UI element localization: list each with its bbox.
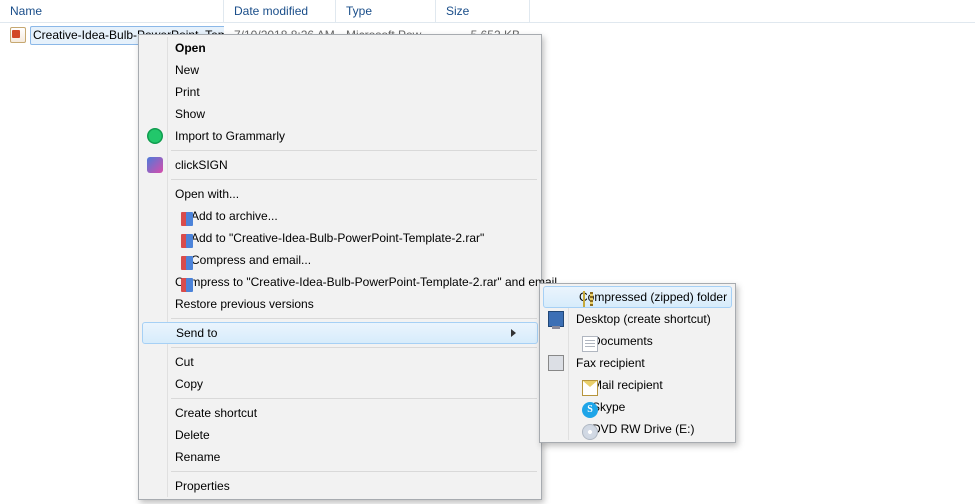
menu-separator [171, 318, 537, 319]
menu-import-grammarly-label: Import to Grammarly [175, 129, 517, 143]
column-name-label: Name [10, 4, 42, 18]
sendto-documents[interactable]: Documents [542, 330, 733, 352]
column-type[interactable]: Type [336, 0, 436, 22]
menu-new-label: New [175, 63, 517, 77]
menu-add-to-archive[interactable]: Add to archive... [141, 205, 539, 227]
skype-icon [582, 402, 598, 418]
menu-cut[interactable]: Cut [141, 351, 539, 373]
menu-compress-named-and-email-label: Compress to "Creative-Idea-Bulb-PowerPoi… [175, 275, 557, 289]
menu-create-shortcut[interactable]: Create shortcut [141, 402, 539, 424]
sendto-mail[interactable]: Mail recipient [542, 374, 733, 396]
menu-separator [171, 179, 537, 180]
menu-copy-label: Copy [175, 377, 517, 391]
menu-compress-and-email-label: Compress and email... [191, 253, 517, 267]
column-type-label: Type [346, 4, 372, 18]
menu-add-to-named-archive-label: Add to "Creative-Idea-Bulb-PowerPoint-Te… [191, 231, 517, 245]
menu-send-to[interactable]: Send to [142, 322, 538, 344]
sendto-skype[interactable]: Skype [542, 396, 733, 418]
column-date-label: Date modified [234, 4, 308, 18]
menu-open-with-label: Open with... [175, 187, 517, 201]
menu-show[interactable]: Show [141, 103, 539, 125]
menu-properties[interactable]: Properties [141, 475, 539, 497]
zip-folder-icon [583, 291, 585, 307]
menu-open[interactable]: Open [141, 37, 539, 59]
archive-icon [181, 233, 197, 249]
column-header-bar: Name Date modified Type Size [0, 0, 975, 23]
menu-separator [171, 471, 537, 472]
sendto-mail-label: Mail recipient [592, 378, 711, 392]
menu-separator [171, 150, 537, 151]
grammarly-icon [147, 128, 163, 144]
menu-compress-and-email[interactable]: Compress and email... [141, 249, 539, 271]
menu-restore-previous-label: Restore previous versions [175, 297, 517, 311]
column-date[interactable]: Date modified [224, 0, 336, 22]
column-size[interactable]: Size [436, 0, 530, 22]
documents-icon [582, 336, 598, 352]
menu-separator [171, 347, 537, 348]
menu-copy[interactable]: Copy [141, 373, 539, 395]
clicksign-icon [147, 157, 163, 173]
sendto-compressed-label: Compressed (zipped) folder [579, 290, 727, 304]
menu-clicksign-label: clickSIGN [175, 158, 517, 172]
menu-rename[interactable]: Rename [141, 446, 539, 468]
column-size-label: Size [446, 4, 469, 18]
dvd-drive-icon [582, 424, 598, 440]
fax-icon [548, 355, 564, 371]
menu-cut-label: Cut [175, 355, 517, 369]
sendto-dvd-label: DVD RW Drive (E:) [592, 422, 711, 436]
sendto-fax[interactable]: Fax recipient [542, 352, 733, 374]
menu-add-to-named-archive[interactable]: Add to "Creative-Idea-Bulb-PowerPoint-Te… [141, 227, 539, 249]
mail-icon [582, 380, 598, 396]
menu-open-label: Open [175, 41, 517, 55]
sendto-skype-label: Skype [592, 400, 711, 414]
menu-import-grammarly[interactable]: Import to Grammarly [141, 125, 539, 147]
archive-icon [181, 211, 197, 227]
menu-compress-named-and-email[interactable]: Compress to "Creative-Idea-Bulb-PowerPoi… [141, 271, 539, 293]
sendto-documents-label: Documents [592, 334, 711, 348]
menu-send-to-label: Send to [176, 326, 503, 340]
menu-new[interactable]: New [141, 59, 539, 81]
menu-print-label: Print [175, 85, 517, 99]
sendto-fax-label: Fax recipient [576, 356, 711, 370]
menu-delete[interactable]: Delete [141, 424, 539, 446]
menu-delete-label: Delete [175, 428, 517, 442]
submenu-arrow-icon [511, 329, 516, 337]
sendto-desktop-label: Desktop (create shortcut) [576, 312, 711, 326]
menu-clicksign[interactable]: clickSIGN [141, 154, 539, 176]
menu-print[interactable]: Print [141, 81, 539, 103]
menu-separator [171, 398, 537, 399]
archive-icon [181, 255, 197, 271]
menu-show-label: Show [175, 107, 517, 121]
context-menu: Open New Print Show Import to Grammarly … [138, 34, 542, 500]
menu-add-to-archive-label: Add to archive... [191, 209, 517, 223]
menu-restore-previous[interactable]: Restore previous versions [141, 293, 539, 315]
column-name[interactable]: Name [0, 0, 224, 22]
menu-properties-label: Properties [175, 479, 517, 493]
sendto-desktop[interactable]: Desktop (create shortcut) [542, 308, 733, 330]
desktop-icon [548, 311, 564, 327]
menu-create-shortcut-label: Create shortcut [175, 406, 517, 420]
menu-rename-label: Rename [175, 450, 517, 464]
sendto-dvd[interactable]: DVD RW Drive (E:) [542, 418, 733, 440]
send-to-submenu: Compressed (zipped) folder Desktop (crea… [539, 283, 736, 443]
sendto-compressed[interactable]: Compressed (zipped) folder [543, 286, 732, 308]
menu-open-with[interactable]: Open with... [141, 183, 539, 205]
powerpoint-file-icon [10, 27, 26, 43]
